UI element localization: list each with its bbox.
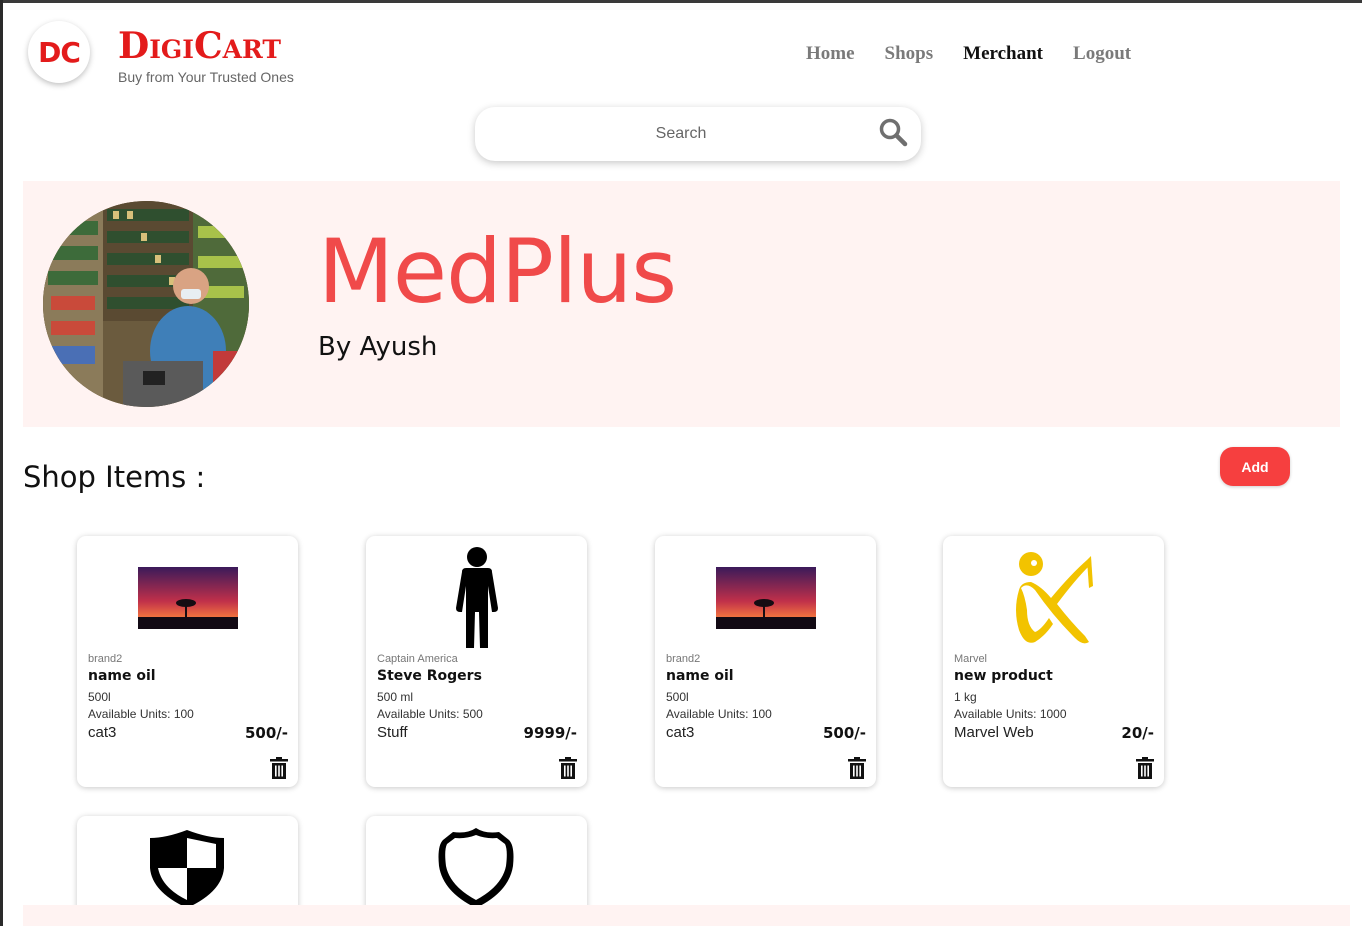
- product-brand: brand2: [666, 653, 701, 665]
- product-name: name oil: [88, 668, 156, 684]
- product-price: 500/-: [822, 724, 866, 742]
- window-left-edge: [0, 0, 3, 926]
- product-name: name oil: [666, 668, 734, 684]
- search-bar: [475, 107, 921, 161]
- product-quantity: 500 ml: [377, 690, 414, 704]
- product-brand: Captain America: [377, 653, 458, 665]
- window-top-edge: [0, 0, 1362, 3]
- nav-home[interactable]: Home: [806, 43, 855, 65]
- product-price: 20/-: [1121, 724, 1154, 742]
- search-input[interactable]: [491, 107, 871, 161]
- product-units: Available Units: 100: [88, 707, 194, 721]
- nav-shops[interactable]: Shops: [885, 43, 934, 65]
- product-category: cat3: [88, 724, 117, 741]
- logo[interactable]: DC: [28, 21, 90, 83]
- nav-merchant[interactable]: Merchant: [963, 43, 1043, 65]
- product-name: Steve Rogers: [377, 668, 482, 684]
- product-card[interactable]: Captain America Steve Rogers 500 ml Avai…: [366, 536, 587, 787]
- product-quantity: 500l: [88, 690, 111, 704]
- product-category: Marvel Web: [954, 724, 1034, 741]
- product-brand: Marvel: [954, 653, 988, 665]
- shop-name: MedPlus: [318, 220, 677, 323]
- person-silhouette-icon: [366, 544, 587, 652]
- shop-items-heading: Shop Items :: [23, 460, 206, 494]
- footer: [23, 905, 1350, 926]
- product-card[interactable]: Marvel new product 1 kg Available Units:…: [943, 536, 1164, 787]
- product-quantity: 1 kg: [954, 690, 977, 704]
- main-nav: Home Shops Merchant Logout: [806, 43, 1131, 65]
- product-card[interactable]: brand2 name oil 500l Available Units: 10…: [655, 536, 876, 787]
- trash-icon[interactable]: [847, 757, 867, 779]
- sunset-tree-image: [77, 544, 298, 652]
- sunset-tree-image: [655, 544, 876, 652]
- trash-icon[interactable]: [269, 757, 289, 779]
- search-icon[interactable]: [878, 117, 908, 147]
- brand-tagline: Buy from Your Trusted Ones: [118, 69, 294, 85]
- nav-logout[interactable]: Logout: [1073, 43, 1131, 65]
- product-units: Available Units: 500: [377, 707, 483, 721]
- product-category: cat3: [666, 724, 695, 741]
- shield-checker-icon: [150, 830, 224, 908]
- shop-owner: By Ayush: [318, 332, 438, 362]
- product-brand: brand2: [88, 653, 123, 665]
- shop-photo: [43, 201, 249, 407]
- product-price: 500/-: [244, 724, 288, 742]
- trash-icon[interactable]: [1135, 757, 1155, 779]
- product-name: new product: [954, 668, 1053, 684]
- product-price: 9999/-: [523, 724, 577, 742]
- shield-outline-icon: [438, 828, 514, 908]
- product-card[interactable]: brand2 name oil 500l Available Units: 10…: [77, 536, 298, 787]
- yellow-figure-logo: [943, 544, 1164, 652]
- product-quantity: 500l: [666, 690, 689, 704]
- add-item-button[interactable]: Add: [1220, 447, 1290, 486]
- brand-name[interactable]: DigiCart: [118, 24, 281, 68]
- logo-initials: DC: [38, 35, 81, 69]
- product-units: Available Units: 100: [666, 707, 772, 721]
- product-units: Available Units: 1000: [954, 707, 1067, 721]
- trash-icon[interactable]: [558, 757, 578, 779]
- product-category: Stuff: [377, 724, 408, 741]
